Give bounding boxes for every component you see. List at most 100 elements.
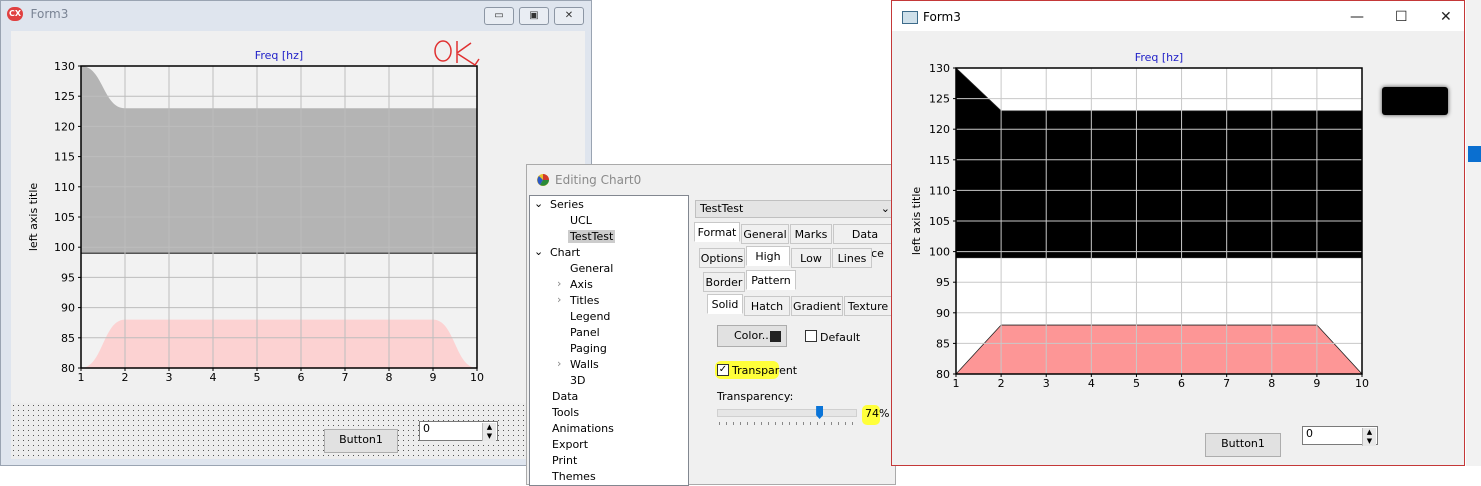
chart-editor-icon bbox=[537, 174, 549, 186]
cx-logo-icon: CX bbox=[7, 7, 23, 21]
tree-item-paging[interactable]: Paging bbox=[570, 342, 607, 355]
spin-edit-value: 0 bbox=[423, 422, 430, 435]
tab-marks[interactable]: Marks bbox=[790, 224, 832, 244]
designer-grid-panel bbox=[11, 403, 585, 459]
x-tick-label: 8 bbox=[386, 371, 393, 384]
x-tick-label: 6 bbox=[298, 371, 305, 384]
background-window-edge bbox=[1466, 0, 1481, 466]
tree-item-print[interactable]: Print bbox=[552, 454, 577, 467]
x-tick-label: 8 bbox=[1268, 377, 1275, 390]
tree-collapse-icon[interactable]: › bbox=[557, 277, 561, 290]
minimize-icon[interactable]: ▭ bbox=[484, 7, 514, 25]
tree-item-walls[interactable]: Walls bbox=[570, 358, 599, 371]
tab-solid[interactable]: Solid bbox=[707, 294, 743, 314]
tab-gradient[interactable]: Gradient bbox=[791, 296, 843, 316]
tree-item-testtest[interactable]: TestTest bbox=[568, 230, 616, 243]
tree-item-export[interactable]: Export bbox=[552, 438, 588, 451]
color-button[interactable]: Color... bbox=[717, 325, 787, 347]
tree-collapse-icon[interactable]: › bbox=[557, 293, 561, 306]
tree-item-data[interactable]: Data bbox=[552, 390, 578, 403]
tab-low[interactable]: Low bbox=[791, 248, 831, 268]
close-icon[interactable]: ✕ bbox=[554, 7, 584, 25]
series-area-testtest bbox=[81, 319, 477, 368]
tree-expand-icon[interactable]: ⌄ bbox=[534, 197, 543, 210]
tree-item-titles[interactable]: Titles bbox=[570, 294, 599, 307]
tab-data-source[interactable]: Data Source bbox=[833, 224, 897, 260]
x-tick-label: 7 bbox=[1223, 377, 1230, 390]
color-button-label: Color... bbox=[734, 329, 773, 342]
tab-pattern[interactable]: Pattern bbox=[746, 270, 796, 290]
maximize-icon[interactable]: ☐ bbox=[1395, 9, 1408, 25]
runtime-chart[interactable]: Freq [hz] 1 2 3 4 5 6 7 8 9 10 80 85 90 95 100 105 110 115… bbox=[900, 39, 1374, 407]
y-tick-label: 120 bbox=[54, 120, 75, 133]
tree-item-3d[interactable]: 3D bbox=[570, 374, 585, 387]
x-tick-label: 6 bbox=[1178, 377, 1185, 390]
default-checkbox[interactable] bbox=[805, 330, 817, 342]
maximize-icon[interactable]: ▣ bbox=[519, 7, 549, 25]
form-icon bbox=[902, 11, 918, 24]
x-tick-label: 10 bbox=[470, 371, 484, 384]
x-tick-label: 7 bbox=[342, 371, 349, 384]
transparency-slider-thumb[interactable] bbox=[816, 406, 824, 419]
button1[interactable]: Button1 bbox=[324, 429, 398, 453]
spin-arrows-icon[interactable]: ▲ ▼ bbox=[482, 423, 496, 441]
transparent-checkbox[interactable]: ✓ bbox=[717, 364, 729, 376]
tree-item-themes[interactable]: Themes bbox=[552, 470, 596, 483]
y-tick-label: 95 bbox=[61, 271, 75, 284]
tree-item-ucl[interactable]: UCL bbox=[570, 214, 592, 227]
x-tick-label: 3 bbox=[166, 371, 173, 384]
tab-high[interactable]: High bbox=[746, 246, 790, 266]
tab-border[interactable]: Border bbox=[703, 272, 745, 292]
tree-item-animations[interactable]: Animations bbox=[552, 422, 614, 435]
chart-editor-title: Editing Chart0 bbox=[555, 173, 642, 187]
spin-edit[interactable]: 0 ▲ ▼ bbox=[419, 421, 498, 441]
tree-expand-icon[interactable]: ⌄ bbox=[534, 245, 543, 258]
tree-item-general[interactable]: General bbox=[570, 262, 613, 275]
chart-title: Freq [hz] bbox=[255, 49, 303, 62]
tab-general[interactable]: General bbox=[741, 224, 789, 244]
transparency-value: 74% bbox=[865, 407, 890, 420]
x-tick-label: 1 bbox=[78, 371, 85, 384]
y-tick-label: 105 bbox=[54, 211, 75, 224]
y-axis-title: left axis title bbox=[27, 183, 40, 252]
tree-item-panel[interactable]: Panel bbox=[570, 326, 600, 339]
y-tick-label: 115 bbox=[929, 154, 950, 167]
tree-item-tools[interactable]: Tools bbox=[552, 406, 579, 419]
y-tick-label: 130 bbox=[54, 60, 75, 73]
y-tick-label: 115 bbox=[54, 151, 75, 164]
minimize-icon[interactable]: — bbox=[1350, 9, 1364, 25]
y-tick-label: 105 bbox=[929, 215, 950, 228]
tab-lines[interactable]: Lines bbox=[832, 248, 872, 268]
spin-edit[interactable]: 0 ▲ ▼ bbox=[1302, 426, 1378, 446]
button1[interactable]: Button1 bbox=[1205, 433, 1281, 457]
series-select[interactable]: TestTest ⌄ bbox=[695, 200, 895, 218]
y-tick-label: 90 bbox=[936, 307, 950, 320]
color-swatch bbox=[770, 331, 781, 342]
spin-arrows-icon[interactable]: ▲ ▼ bbox=[1362, 428, 1376, 446]
x-tick-label: 2 bbox=[998, 377, 1005, 390]
runtime-form-titlebar: Form3 — ☐ ✕ bbox=[892, 1, 1464, 31]
color-preview-panel bbox=[1382, 87, 1448, 115]
tree-item-series[interactable]: Series bbox=[550, 198, 584, 211]
x-tick-label: 4 bbox=[1088, 377, 1095, 390]
tree-collapse-icon[interactable]: › bbox=[557, 357, 561, 370]
transparency-slider-track[interactable] bbox=[717, 409, 857, 417]
spin-edit-value: 0 bbox=[1306, 427, 1313, 440]
editor-tree[interactable]: ⌄ Series UCL TestTest ⌄ Chart General › … bbox=[529, 195, 689, 486]
tree-item-chart[interactable]: Chart bbox=[550, 246, 580, 259]
tree-item-legend[interactable]: Legend bbox=[570, 310, 610, 323]
y-tick-label: 85 bbox=[61, 332, 75, 345]
tab-texture[interactable]: Texture bbox=[844, 296, 892, 316]
y-tick-label: 100 bbox=[54, 241, 75, 254]
tree-item-axis[interactable]: Axis bbox=[570, 278, 593, 291]
tab-options[interactable]: Options bbox=[699, 248, 745, 268]
x-tick-label: 4 bbox=[210, 371, 217, 384]
series-area-testtest bbox=[955, 324, 1363, 375]
close-icon[interactable]: ✕ bbox=[1440, 9, 1452, 25]
tab-format[interactable]: Format bbox=[694, 222, 740, 242]
designer-chart[interactable]: Freq [hz] 1 2 3 4 5 6 7 8 9 10 80 85 90 95 100 105 110 115… bbox=[11, 31, 585, 403]
y-tick-label: 110 bbox=[929, 184, 950, 197]
designer-chart-area: Freq [hz] 1 2 3 4 5 6 7 8 9 10 80 85 90 95 100 105 110 115… bbox=[11, 31, 585, 403]
x-tick-label: 1 bbox=[953, 377, 960, 390]
tab-hatch[interactable]: Hatch bbox=[744, 296, 790, 316]
